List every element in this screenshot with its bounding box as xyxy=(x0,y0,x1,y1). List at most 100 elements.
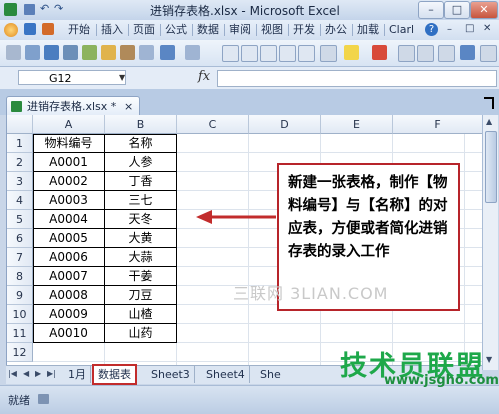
table-cell[interactable]: A0001 xyxy=(33,153,105,172)
tab-developer[interactable]: 开发 xyxy=(293,22,315,38)
row-header[interactable]: 7 xyxy=(7,248,33,267)
ribbon-restore-icon[interactable]: □ xyxy=(465,23,474,34)
prev-sheet-icon[interactable]: ◀ xyxy=(23,369,29,378)
redo-icon[interactable] xyxy=(185,45,200,60)
row-header[interactable]: 10 xyxy=(7,305,33,324)
column-header[interactable]: A xyxy=(33,115,105,134)
table-cell[interactable]: 大黄 xyxy=(105,229,177,248)
tab-clarl[interactable]: Clarl xyxy=(389,22,414,38)
column-header[interactable]: E xyxy=(321,115,393,134)
ribbon-minimize-icon[interactable]: – xyxy=(447,24,452,35)
scroll-thumb[interactable] xyxy=(485,131,497,203)
row-header[interactable]: 2 xyxy=(7,153,33,172)
borders-icon[interactable] xyxy=(320,45,337,62)
print-preview-icon[interactable] xyxy=(82,45,97,60)
help-icon[interactable]: ? xyxy=(425,23,438,36)
undo-icon[interactable] xyxy=(160,45,175,60)
quick-access-icon-2[interactable] xyxy=(42,23,54,35)
sheet-tab-active[interactable]: 数据表 xyxy=(92,364,137,385)
merge-icon[interactable] xyxy=(279,45,296,62)
name-box[interactable]: G12 xyxy=(18,70,126,85)
cut-icon[interactable] xyxy=(6,45,21,60)
redo-quick-icon[interactable]: ↷ xyxy=(54,2,63,15)
align-center-icon[interactable] xyxy=(241,45,258,62)
row-header[interactable]: 5 xyxy=(7,210,33,229)
outdent-icon[interactable] xyxy=(417,45,434,62)
tab-page[interactable]: 页面 xyxy=(133,22,155,38)
row-header[interactable]: 4 xyxy=(7,191,33,210)
table-cell[interactable]: A0005 xyxy=(33,229,105,248)
first-sheet-icon[interactable]: |◀ xyxy=(8,369,17,378)
row-header[interactable]: 3 xyxy=(7,172,33,191)
table-cell[interactable]: 刀豆 xyxy=(105,286,177,305)
tab-addins[interactable]: 加载 xyxy=(357,22,379,38)
column-header[interactable]: B xyxy=(105,115,177,134)
wrap-icon[interactable] xyxy=(298,45,315,62)
sheet-tab-sheet3[interactable]: Sheet3 xyxy=(147,366,195,383)
fill-color-icon[interactable] xyxy=(344,45,359,60)
document-tab[interactable]: 进销存表格.xlsx * × xyxy=(6,96,140,116)
paste-icon[interactable] xyxy=(120,45,135,60)
tab-formula[interactable]: 公式 xyxy=(165,22,187,38)
tab-office[interactable]: 办公 xyxy=(325,22,347,38)
ribbon-close-icon[interactable]: ✕ xyxy=(483,23,491,34)
table-cell[interactable]: A0007 xyxy=(33,267,105,286)
tab-data[interactable]: 数据 xyxy=(197,22,219,38)
table-cell[interactable]: A0003 xyxy=(33,191,105,210)
table-cell[interactable]: 山楂 xyxy=(105,305,177,324)
chevron-down-icon[interactable]: ▼ xyxy=(119,73,125,82)
window-corner-icon[interactable] xyxy=(484,97,494,109)
row-header[interactable]: 8 xyxy=(7,267,33,286)
save-icon[interactable] xyxy=(44,45,59,60)
table-cell[interactable]: 丁香 xyxy=(105,172,177,191)
minimize-button[interactable]: – xyxy=(418,1,444,19)
table-cell[interactable]: A0002 xyxy=(33,172,105,191)
tab-insert[interactable]: 插入 xyxy=(101,22,123,38)
row-header[interactable]: 1 xyxy=(7,134,33,153)
indent-icon[interactable] xyxy=(398,45,415,62)
table-header-cell[interactable]: 物料编号 xyxy=(33,134,105,153)
row-header[interactable]: 11 xyxy=(7,324,33,343)
table-cell[interactable]: A0004 xyxy=(33,210,105,229)
column-header[interactable]: D xyxy=(249,115,321,134)
quick-access-icon[interactable] xyxy=(24,23,36,35)
row-header[interactable]: 9 xyxy=(7,286,33,305)
undo-quick-icon[interactable]: ↶ xyxy=(40,2,49,15)
select-all-corner[interactable] xyxy=(7,115,33,134)
document-close-icon[interactable]: × xyxy=(124,97,133,116)
table-cell[interactable]: 大蒜 xyxy=(105,248,177,267)
table-cell[interactable]: A0008 xyxy=(33,286,105,305)
scroll-up-icon[interactable]: ▲ xyxy=(486,117,492,126)
copy-icon[interactable] xyxy=(25,45,40,60)
scroll-down-icon[interactable]: ▼ xyxy=(486,355,492,364)
font-color-icon[interactable] xyxy=(372,45,387,60)
formula-input[interactable] xyxy=(217,70,497,87)
close-button[interactable]: ✕ xyxy=(470,1,498,19)
office-button-icon[interactable] xyxy=(4,23,18,37)
align-right-icon[interactable] xyxy=(260,45,277,62)
column-header[interactable]: F xyxy=(393,115,483,134)
macro-record-icon[interactable] xyxy=(38,394,49,404)
tab-view[interactable]: 视图 xyxy=(261,22,283,38)
sheet-tab-sheet4[interactable]: Sheet4 xyxy=(202,366,250,383)
table-cell[interactable]: 干姜 xyxy=(105,267,177,286)
row-header[interactable]: 12 xyxy=(7,343,33,362)
table-cell[interactable]: 山药 xyxy=(105,324,177,343)
tab-review[interactable]: 审阅 xyxy=(229,22,251,38)
table-cell[interactable]: 天冬 xyxy=(105,210,177,229)
last-sheet-icon[interactable]: ▶| xyxy=(47,369,56,378)
format-painter-icon[interactable] xyxy=(101,45,116,60)
table-cell[interactable]: A0006 xyxy=(33,248,105,267)
sum-icon[interactable] xyxy=(460,45,475,60)
more-icon[interactable] xyxy=(480,45,497,62)
column-header[interactable]: C xyxy=(177,115,249,134)
table-cell[interactable]: A0010 xyxy=(33,324,105,343)
clear-icon[interactable] xyxy=(139,45,154,60)
vertical-scrollbar[interactable]: ▲ ▼ xyxy=(482,115,498,370)
table-cell[interactable]: A0009 xyxy=(33,305,105,324)
table-header-cell[interactable]: 名称 xyxy=(105,134,177,153)
tab-home[interactable]: 开始 xyxy=(68,22,90,38)
row-header[interactable]: 6 xyxy=(7,229,33,248)
print-icon[interactable] xyxy=(63,45,78,60)
sheet-tab-month1[interactable]: 1月 xyxy=(64,366,91,383)
